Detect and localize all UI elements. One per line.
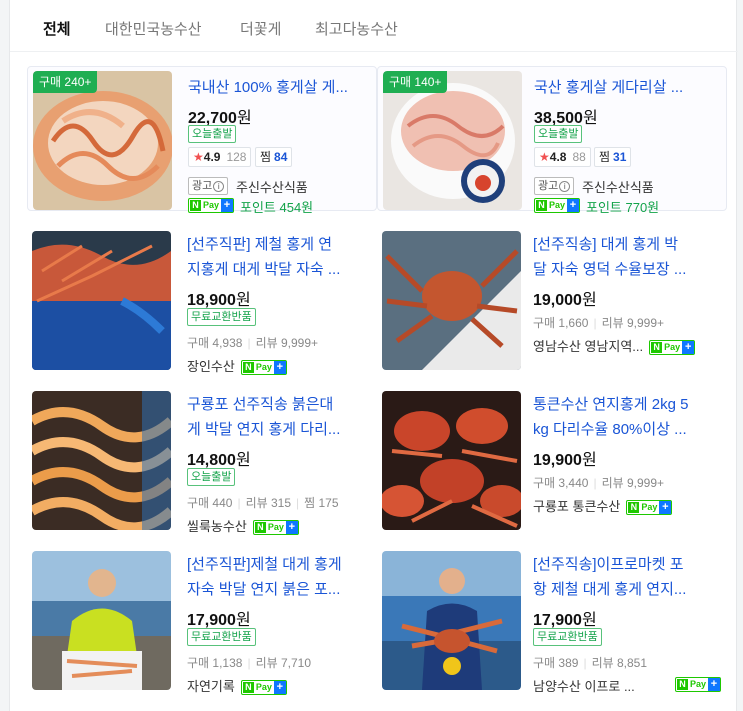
- product-image[interactable]: [32, 551, 171, 690]
- product-title-line1[interactable]: [선주직판]제철 대게 홍게: [187, 552, 372, 577]
- product-image[interactable]: 구매 140+: [383, 71, 522, 210]
- product-image[interactable]: [32, 231, 171, 370]
- rating-box: ★4.8 88: [534, 147, 591, 167]
- npay-row: N Pay +: [669, 676, 722, 694]
- product-image[interactable]: [382, 551, 521, 690]
- seller-row: 영남수산 영남지역... N Pay +: [533, 336, 696, 356]
- shipping-tag: 오늘출발: [534, 125, 583, 143]
- purchase-count-badge: 구매 240+: [33, 71, 98, 93]
- seller-name[interactable]: 씰룩농수산: [187, 519, 247, 534]
- product-title-line2[interactable]: 달 자숙 영덕 수율보장 ...: [533, 257, 718, 282]
- return-tag: 무료교환반품: [187, 308, 256, 326]
- purchase-count-badge: 구매 140+: [383, 71, 448, 93]
- product-image[interactable]: 구매 240+: [33, 71, 172, 210]
- tab-all[interactable]: 전체: [43, 18, 71, 39]
- product-card[interactable]: 구매 240+ 국내산 100% 홍게살 게... 22,700원 오늘출발 ★…: [27, 66, 377, 215]
- product-card[interactable]: 구매 140+ 국산 홍게살 게다리살 ... 38,500원 오늘출발 ★4.…: [377, 66, 727, 215]
- point-text: 포인트 770원: [586, 200, 660, 215]
- product-card[interactable]: 구룡포 선주직송 붉은대 게 박달 연지 홍게 다리... 14,800원 오늘…: [27, 388, 377, 536]
- return-tag: 무료교환반품: [187, 628, 256, 646]
- seller-name[interactable]: 영남수산 영남지역...: [533, 339, 643, 354]
- product-title-line2[interactable]: kg 다리수율 80%이상 ...: [533, 417, 718, 442]
- seller-name[interactable]: 주신수산식품: [236, 177, 308, 196]
- tab-deokkotge[interactable]: 더꽃게: [240, 18, 281, 39]
- tab-daehanminguk[interactable]: 대한민국농수산: [105, 18, 202, 39]
- seller-name[interactable]: 구룡포 통큰수산: [533, 499, 620, 514]
- product-card[interactable]: [선주직송] 대게 홍게 박 달 자숙 영덕 수율보장 ... 19,000원 …: [377, 228, 727, 373]
- seller-name[interactable]: 주신수산식품: [582, 177, 654, 196]
- product-card[interactable]: 통큰수산 연지홍게 2kg 5 kg 다리수율 80%이상 ... 19,900…: [377, 388, 727, 533]
- ad-label[interactable]: 광고 i: [188, 177, 229, 195]
- product-image[interactable]: [382, 231, 521, 370]
- npay-icon: N Pay +: [649, 340, 696, 356]
- shopping-panel: 전체 대한민국농수산 더꽃게 최고다농수산 구매 240+ 국내산 100% 홍…: [9, 0, 738, 711]
- seller-row: 남양수산 이프로 ...: [533, 676, 635, 695]
- seller-name[interactable]: 장인수산: [187, 359, 235, 374]
- product-card[interactable]: [선주직판]제철 대게 홍게 자숙 박달 연지 붉은 포... 17,900원 …: [27, 548, 377, 696]
- product-price: 17,900원: [187, 612, 251, 629]
- npay-icon: N Pay +: [675, 677, 722, 693]
- seller-row: 장인수산 N Pay +: [187, 356, 287, 376]
- product-price: 17,900원: [533, 612, 597, 629]
- product-price: 19,900원: [533, 452, 597, 469]
- seller-name[interactable]: 남양수산 이프로 ...: [533, 679, 635, 694]
- seller-name[interactable]: 자연기록: [187, 679, 235, 694]
- product-title-line1[interactable]: 구룡포 선주직송 붉은대: [187, 392, 372, 417]
- point-text: 포인트 454원: [240, 200, 314, 215]
- product-title-line2[interactable]: 게 박달 연지 홍게 다리...: [187, 417, 372, 442]
- product-title-line1[interactable]: [선주직송]이프로마켓 포: [533, 552, 718, 577]
- shipping-tag: 오늘출발: [188, 125, 237, 143]
- rating-box: ★4.9 128: [188, 147, 252, 167]
- seller-tabs: 전체 대한민국농수산 더꽃게 최고다농수산: [10, 0, 738, 52]
- seller-row: 구룡포 통큰수산 N Pay +: [533, 496, 673, 516]
- npay-row: N Pay +: [528, 197, 581, 215]
- product-image[interactable]: [382, 391, 521, 530]
- wishlist-count: 찜 31: [594, 147, 632, 167]
- product-title-line2[interactable]: 항 제철 대게 홍게 연지...: [533, 577, 718, 602]
- product-price: 18,900원: [187, 292, 251, 309]
- npay-icon: N Pay +: [240, 680, 287, 696]
- tab-choegoda[interactable]: 최고다농수산: [315, 18, 398, 39]
- shipping-tag: 오늘출발: [187, 468, 236, 486]
- star-icon: ★: [193, 150, 204, 164]
- product-stats: 구매 4,938 | 리뷰 9,999+: [187, 336, 319, 350]
- return-tag: 무료교환반품: [533, 628, 602, 646]
- product-image[interactable]: [32, 391, 171, 530]
- npay-icon: N Pay +: [534, 198, 581, 214]
- product-title[interactable]: 국산 홍게살 게다리살 ...: [534, 75, 719, 100]
- seller-row: 자연기록 N Pay +: [187, 676, 287, 696]
- star-icon: ★: [539, 150, 550, 164]
- npay-icon: N Pay +: [626, 500, 673, 516]
- product-price: 14,800원: [187, 452, 251, 469]
- seller-row: 씰룩농수산 N Pay +: [187, 516, 299, 536]
- product-stats: 구매 1,138 | 리뷰 7,710: [187, 656, 312, 670]
- ad-label[interactable]: 광고 i: [534, 177, 575, 195]
- product-stats: 구매 440 | 리뷰 315 | 찜 175: [187, 496, 339, 510]
- product-stats: 구매 389 | 리뷰 8,851: [533, 656, 648, 670]
- product-stats: 구매 3,440 | 리뷰 9,999+: [533, 476, 665, 490]
- product-title-line2[interactable]: 자숙 박달 연지 붉은 포...: [187, 577, 372, 602]
- npay-icon: N Pay +: [240, 360, 287, 376]
- info-icon: i: [559, 180, 571, 192]
- product-title-line1[interactable]: [선주직송] 대게 홍게 박: [533, 232, 718, 257]
- product-price: 19,000원: [533, 292, 597, 309]
- npay-icon: N Pay +: [252, 520, 299, 536]
- product-title-line1[interactable]: [선주직판] 제철 홍게 연: [187, 232, 372, 257]
- npay-row: N Pay +: [182, 197, 235, 215]
- product-title-line2[interactable]: 지홍게 대게 박달 자숙 ...: [187, 257, 372, 282]
- product-title-line1[interactable]: 통큰수산 연지홍게 2kg 5: [533, 392, 718, 417]
- wishlist-count: 찜 84: [255, 147, 293, 167]
- product-title[interactable]: 국내산 100% 홍게살 게...: [188, 75, 373, 100]
- info-icon: i: [213, 180, 225, 192]
- product-card[interactable]: [선주직판] 제철 홍게 연 지홍게 대게 박달 자숙 ... 18,900원 …: [27, 228, 377, 376]
- npay-icon: N Pay +: [188, 198, 235, 214]
- product-stats: 구매 1,660 | 리뷰 9,999+: [533, 316, 665, 330]
- product-card[interactable]: [선주직송]이프로마켓 포 항 제철 대게 홍게 연지... 17,900원 무…: [377, 548, 727, 695]
